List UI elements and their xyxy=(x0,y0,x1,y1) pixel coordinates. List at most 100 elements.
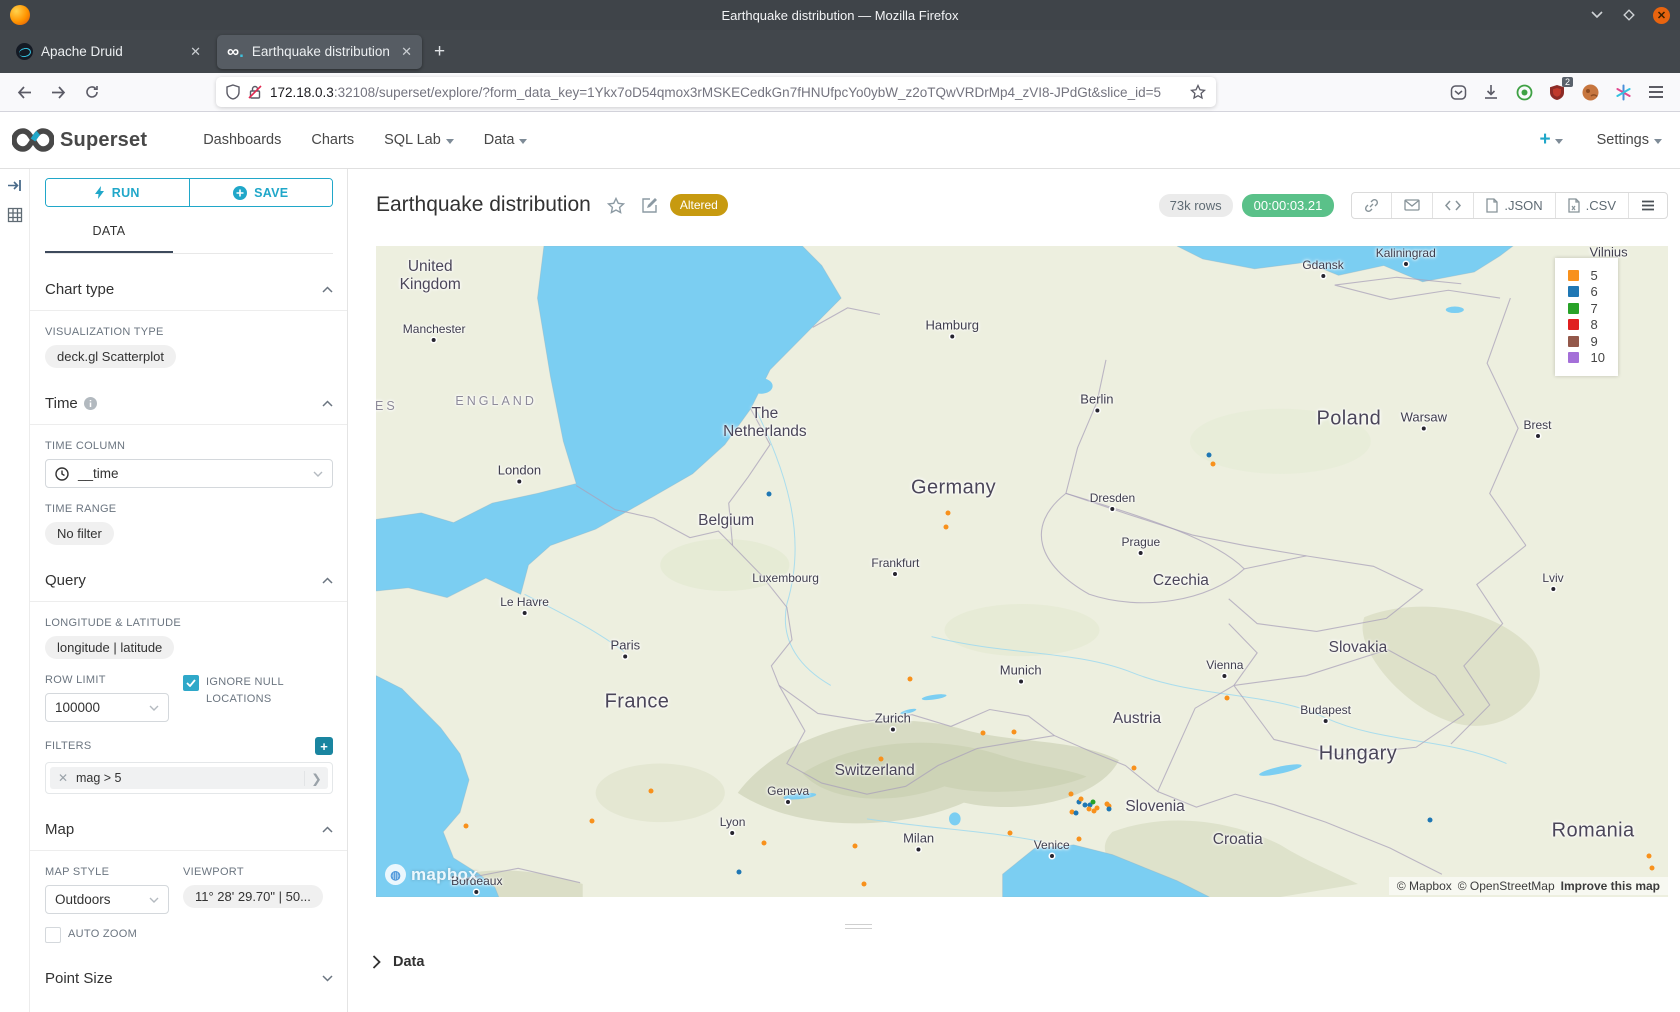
scatter-point-mag-5[interactable] xyxy=(1094,805,1099,810)
back-icon[interactable] xyxy=(10,78,38,106)
panel-resize-handle[interactable] xyxy=(845,921,872,929)
chevron-right-icon[interactable]: ❯ xyxy=(304,771,328,786)
scatter-point-mag-5[interactable] xyxy=(1105,801,1110,806)
nav-charts[interactable]: Charts xyxy=(311,132,354,148)
pocket-icon[interactable] xyxy=(1448,82,1468,102)
minimize-icon[interactable] xyxy=(1589,7,1605,23)
tab-close-icon[interactable]: ✕ xyxy=(190,44,201,60)
add-filter-button[interactable]: + xyxy=(315,737,333,755)
tab-close-icon[interactable]: ✕ xyxy=(401,44,412,60)
embed-code-button[interactable] xyxy=(1432,193,1473,218)
chevron-up-icon[interactable] xyxy=(322,826,333,833)
tracking-shield-icon[interactable] xyxy=(226,84,240,100)
extension-green-icon[interactable] xyxy=(1514,82,1534,102)
scatter-point-mag-5[interactable] xyxy=(853,844,858,849)
scatter-point-mag-5[interactable] xyxy=(862,881,867,886)
pinwheel-icon[interactable] xyxy=(1613,82,1633,102)
scatter-point-mag-5[interactable] xyxy=(1211,462,1216,467)
chevron-up-icon[interactable] xyxy=(322,400,333,407)
ignore-null-checkbox[interactable] xyxy=(183,675,199,691)
remove-filter-icon[interactable]: ✕ xyxy=(50,771,76,785)
lonlat-value[interactable]: longitude | latitude xyxy=(45,636,174,659)
map-place-label: Romania xyxy=(1552,819,1635,842)
attribution-osm[interactable]: © OpenStreetMap xyxy=(1458,879,1555,893)
new-item-button[interactable]: + xyxy=(1539,129,1562,151)
scatter-point-mag-5[interactable] xyxy=(1650,865,1655,870)
scatter-point-mag-6[interactable] xyxy=(1428,818,1433,823)
save-button[interactable]: SAVE xyxy=(189,179,333,206)
scatter-point-mag-5[interactable] xyxy=(464,824,469,829)
url-address-bar[interactable]: 172.18.0.3:32108/superset/explore/?form_… xyxy=(216,77,1216,107)
nav-data[interactable]: Data xyxy=(484,132,528,148)
scatter-point-mag-5[interactable] xyxy=(943,525,948,530)
profile-avatar-icon[interactable] xyxy=(1580,82,1600,102)
data-panel-toggle[interactable]: Data xyxy=(372,954,424,970)
download-icon[interactable] xyxy=(1481,82,1501,102)
scatter-point-mag-5[interactable] xyxy=(1076,837,1081,842)
scatter-point-mag-5[interactable] xyxy=(649,788,654,793)
scatter-point-mag-5[interactable] xyxy=(761,840,766,845)
export-csv-button[interactable]: .CSV xyxy=(1555,193,1628,218)
chart-menu-button[interactable] xyxy=(1628,193,1667,218)
scatter-point-mag-5[interactable] xyxy=(907,676,912,681)
scatter-point-mag-5[interactable] xyxy=(1069,792,1074,797)
nav-dashboards[interactable]: Dashboards xyxy=(203,132,281,148)
auto-zoom-checkbox[interactable] xyxy=(45,927,61,943)
scatter-point-mag-5[interactable] xyxy=(1132,766,1137,771)
scatter-point-mag-5[interactable] xyxy=(1646,853,1651,858)
close-icon[interactable]: ✕ xyxy=(1653,7,1670,24)
tab-earthquake-distribution[interactable]: ∞. Earthquake distribution ✕ xyxy=(217,35,422,69)
favorite-star-icon[interactable] xyxy=(607,197,625,214)
email-button[interactable] xyxy=(1391,193,1432,218)
collapse-panel-icon[interactable] xyxy=(7,178,22,193)
scatter-point-mag-5[interactable] xyxy=(946,510,951,515)
viewport-value[interactable]: 11° 28' 29.70" | 50... xyxy=(183,885,323,908)
insecure-lock-icon[interactable] xyxy=(248,84,262,100)
run-button[interactable]: RUN xyxy=(46,179,189,206)
settings-menu[interactable]: Settings xyxy=(1597,132,1662,148)
scatter-point-mag-6[interactable] xyxy=(1207,452,1212,457)
reload-icon[interactable] xyxy=(78,78,106,106)
attribution-improve-link[interactable]: Improve this map xyxy=(1561,879,1660,893)
scatter-point-mag-5[interactable] xyxy=(1079,796,1084,801)
legend-label: 10 xyxy=(1591,350,1605,365)
chevron-up-icon[interactable] xyxy=(322,286,333,293)
edit-properties-icon[interactable] xyxy=(641,197,658,214)
scatter-point-mag-6[interactable] xyxy=(1106,807,1111,812)
attribution-mapbox[interactable]: © Mapbox xyxy=(1397,879,1452,893)
scatter-point-mag-6[interactable] xyxy=(737,870,742,875)
superset-logo[interactable]: Superset xyxy=(12,127,147,153)
chevron-up-icon[interactable] xyxy=(322,577,333,584)
scatter-point-mag-5[interactable] xyxy=(879,756,884,761)
new-tab-button[interactable]: + xyxy=(434,41,445,63)
filter-chip[interactable]: ✕ mag > 5 ❯ xyxy=(50,767,328,789)
nav-sql-lab[interactable]: SQL Lab xyxy=(384,132,454,148)
export-json-button[interactable]: .JSON xyxy=(1473,193,1554,218)
scatter-point-mag-5[interactable] xyxy=(1225,695,1230,700)
scatter-point-mag-7[interactable] xyxy=(1091,799,1096,804)
dataset-grid-icon[interactable] xyxy=(7,207,23,223)
scatter-point-mag-6[interactable] xyxy=(766,492,771,497)
row-limit-select[interactable]: 100000 xyxy=(45,693,169,722)
scatter-point-mag-5[interactable] xyxy=(589,818,594,823)
tab-apache-druid[interactable]: Apache Druid ✕ xyxy=(6,35,211,69)
tab-data[interactable]: DATA xyxy=(45,224,173,253)
copy-link-button[interactable] xyxy=(1352,193,1391,218)
chevron-down-icon[interactable] xyxy=(322,975,333,982)
viewport-label: VIEWPORT xyxy=(183,866,333,878)
scatter-point-mag-6[interactable] xyxy=(1074,811,1079,816)
bookmark-star-icon[interactable] xyxy=(1190,84,1206,100)
ublock-shield-icon[interactable]: 2 xyxy=(1547,82,1567,102)
forward-icon[interactable] xyxy=(44,78,72,106)
time-range-value[interactable]: No filter xyxy=(45,522,114,545)
mapbox-logo[interactable]: ◍ mapbox xyxy=(385,864,478,885)
deckgl-scatterplot-map[interactable]: United KingdomENGLANDESFranceGermanyPola… xyxy=(376,246,1668,897)
menu-hamburger-icon[interactable] xyxy=(1646,82,1666,102)
time-column-select[interactable]: __time xyxy=(45,459,333,488)
scatter-point-mag-5[interactable] xyxy=(1012,730,1017,735)
scatter-point-mag-5[interactable] xyxy=(1008,831,1013,836)
scatter-point-mag-5[interactable] xyxy=(981,730,986,735)
maximize-icon[interactable] xyxy=(1621,7,1637,23)
map-style-select[interactable]: Outdoors xyxy=(45,885,169,914)
viz-type-value[interactable]: deck.gl Scatterplot xyxy=(45,345,176,368)
